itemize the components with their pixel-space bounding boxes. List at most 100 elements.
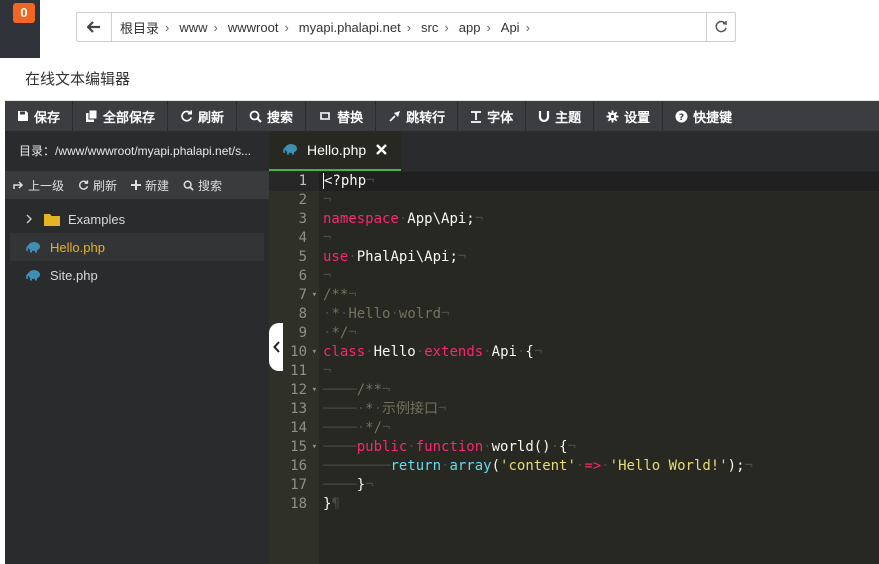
chevron-right-icon: › [525, 19, 530, 35]
line-number: 4 [298, 230, 307, 246]
tab-hello-php[interactable]: Hello.php [269, 131, 402, 171]
svg-text:?: ? [679, 113, 684, 123]
chevron-right-icon: › [406, 19, 412, 35]
text-cursor [323, 173, 324, 189]
line-number: 16 [290, 458, 307, 474]
up-level-button[interactable]: 上一级 [13, 177, 64, 194]
save-all-button[interactable]: 全部保存 [73, 101, 169, 131]
editor-toolbar: 保存 全部保存 刷新 搜索 替换 跳转行 字体 主题 设置 ? 快捷键 [5, 101, 879, 131]
code-line: ────}¬ [323, 477, 374, 493]
sidebar-refresh-button[interactable]: 刷新 [78, 177, 117, 194]
background-sidebar: 0 [0, 0, 40, 58]
theme-button[interactable]: 主题 [526, 101, 595, 131]
folder-icon [44, 213, 60, 226]
chevron-right-icon [26, 214, 32, 224]
search-icon [183, 180, 194, 191]
sidebar-search-label: 搜索 [198, 178, 223, 193]
back-button[interactable] [77, 13, 112, 41]
php-elephant-icon [26, 269, 42, 281]
tab-label: Hello.php [307, 142, 367, 158]
tree-item-label: Hello.php [50, 239, 105, 255]
code-line: ¬ [323, 230, 332, 246]
breadcrumb-item[interactable]: src [421, 20, 438, 35]
tree-item-hello-php[interactable]: Hello.php [10, 233, 264, 261]
search-button[interactable]: 搜索 [237, 101, 307, 131]
goto-line-label: 跳转行 [406, 109, 446, 125]
code-line: ────/**¬ [323, 382, 391, 398]
notification-badge[interactable]: 0 [13, 3, 35, 23]
code-line: ·*/¬ [323, 325, 357, 341]
code-editor[interactable]: 1 2 3 4 5 6 7 ▾ 8 9 10 ▾ 11 12 ▾ 13 14 15 ▾ … [269, 171, 879, 564]
font-button[interactable]: 字体 [458, 101, 527, 131]
code-line: ────·*·示例接口¬ [323, 401, 447, 417]
refresh-button[interactable]: 刷新 [168, 101, 238, 131]
line-number: 18 [290, 496, 307, 512]
line-number: 8 [298, 306, 307, 322]
search-icon [249, 110, 262, 123]
chevron-left-icon [272, 341, 280, 353]
up-level-label: 上一级 [28, 178, 65, 193]
editor-main: 目录：/www/wwwroot/myapi.phalapi.net/s... 上… [5, 131, 879, 564]
chevron-right-icon: › [213, 19, 218, 35]
tree-item-site-php[interactable]: Site.php [10, 261, 264, 289]
tree-item-label: Examples [68, 211, 126, 227]
new-file-button[interactable]: 新建 [131, 177, 169, 194]
tree-item-examples[interactable]: Examples [10, 205, 264, 233]
line-number: 5 [298, 249, 307, 265]
save-icon [18, 111, 28, 121]
save-all-label: 全部保存 [103, 109, 156, 125]
tab-bar: Hello.php [269, 131, 879, 171]
settings-icon [606, 110, 619, 122]
path-refresh-button[interactable] [706, 13, 735, 41]
arrow-left-icon [87, 21, 100, 33]
editor-content: Hello.php 1 2 3 4 5 6 7 ▾ 8 9 10 ▾ 11 12… [269, 131, 879, 564]
fold-icon[interactable]: ▾ [312, 381, 317, 400]
settings-button[interactable]: 设置 [594, 101, 664, 131]
settings-label: 设置 [624, 109, 651, 125]
save-button[interactable]: 保存 [5, 101, 74, 131]
close-icon[interactable] [376, 142, 388, 158]
fold-icon[interactable]: ▾ [312, 286, 317, 305]
refresh-icon [715, 20, 727, 33]
code-lines[interactable]: <?php¬ ¬ namespace·App\Api;¬ ¬ use·PhalA… [319, 171, 879, 564]
breadcrumb-item[interactable]: wwwroot [228, 20, 279, 35]
line-number: 14 [290, 420, 307, 436]
php-elephant-icon [283, 142, 299, 158]
fold-icon[interactable]: ▾ [312, 343, 317, 362]
theme-icon [539, 110, 550, 122]
code-line: ────────return·array('content'·=>·'Hello… [323, 458, 753, 474]
chevron-right-icon: › [486, 19, 491, 35]
line-number: 15 ▾ [290, 438, 317, 457]
line-number: 1 [269, 172, 319, 191]
sidebar-actions: 上一级 刷新 新建 搜索 [5, 171, 269, 199]
sidebar-search-button[interactable]: 搜索 [183, 177, 222, 194]
line-number: 3 [298, 211, 307, 227]
editor-window: 在线文本编辑器 保存 全部保存 刷新 搜索 替换 跳转行 字体 主题 设置 ? … [5, 58, 879, 564]
chevron-right-icon: › [444, 19, 449, 35]
breadcrumb-item[interactable]: 根目录 [120, 18, 159, 37]
goto-line-button[interactable]: 跳转行 [376, 101, 459, 131]
code-line: ¬ [323, 363, 332, 379]
code-line: ────·*/¬ [323, 420, 391, 436]
sidebar-collapse-button[interactable] [269, 323, 283, 371]
breadcrumb-item[interactable]: Api [501, 20, 520, 35]
plus-icon [131, 180, 142, 190]
code-line: ¬ [323, 268, 332, 284]
shortcuts-button[interactable]: ? 快捷键 [663, 101, 744, 131]
shortcuts-label: 快捷键 [693, 109, 733, 125]
path-bar: 根目录 › www › wwwroot › myapi.phalapi.net › sr… [76, 12, 736, 42]
breadcrumb-item[interactable]: app [459, 20, 481, 35]
replace-button[interactable]: 替换 [306, 101, 377, 131]
breadcrumb-item[interactable]: www [179, 20, 207, 35]
font-icon [471, 110, 482, 123]
tree-item-label: Site.php [50, 267, 98, 283]
sidebar-refresh-label: 刷新 [93, 178, 118, 193]
new-file-label: 新建 [145, 178, 170, 193]
chevron-right-icon: › [284, 19, 289, 35]
search-label: 搜索 [267, 109, 294, 125]
code-line: use·PhalApi\Api;¬ [323, 249, 467, 265]
breadcrumb-item[interactable]: myapi.phalapi.net [299, 20, 401, 35]
fold-icon[interactable]: ▾ [312, 438, 317, 457]
up-level-icon [13, 181, 24, 189]
refresh-label: 刷新 [198, 109, 225, 125]
